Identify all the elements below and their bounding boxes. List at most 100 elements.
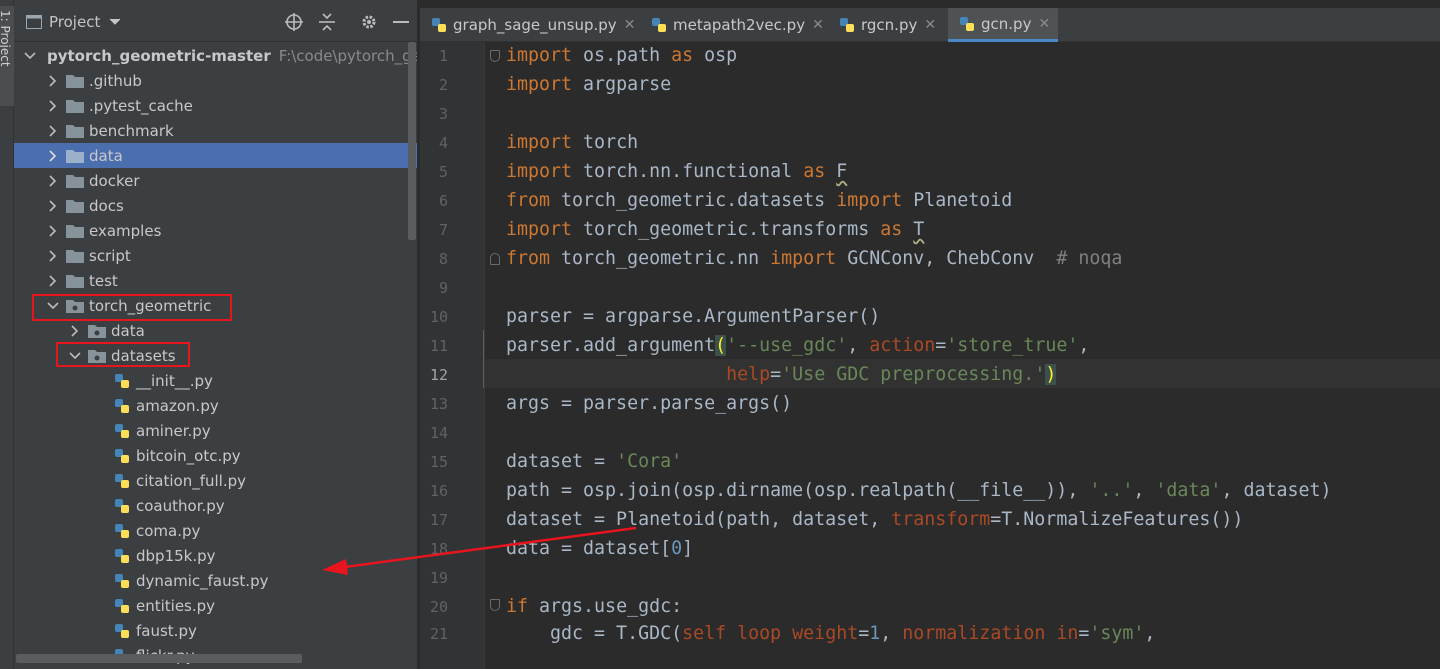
gear-icon[interactable] — [360, 13, 378, 35]
tree-item-folder-selected[interactable]: data — [14, 143, 417, 168]
code-line[interactable]: import torch.nn.functional as F — [506, 161, 847, 182]
code-line[interactable]: from torch_geometric.datasets import Pla… — [506, 190, 1012, 211]
tab-graph-sage-unsup[interactable]: graph_sage_unsup.py ✕ — [420, 8, 636, 42]
tree-root-project[interactable]: pytorch_geometric-master F:\code\pytorch… — [14, 43, 417, 68]
tree-item-python-file[interactable]: entities.py — [14, 593, 417, 618]
chevron-down-icon — [109, 18, 121, 25]
chevron-right-icon[interactable] — [46, 199, 60, 213]
vertical-scrollbar[interactable] — [408, 42, 416, 240]
tree-item-python-file[interactable]: amazon.py — [14, 393, 417, 418]
tree-item-package[interactable]: data — [14, 318, 417, 343]
line-number: 19 — [429, 569, 448, 587]
chevron-right-icon[interactable] — [46, 99, 60, 113]
chevron-right-icon[interactable] — [46, 274, 60, 288]
tree-item-folder[interactable]: .pytest_cache — [14, 93, 417, 118]
code-line[interactable]: path = osp.join(osp.dirname(osp.realpath… — [506, 480, 1332, 501]
code-line[interactable]: if args.use_gdc: — [506, 596, 682, 617]
tree-item-folder[interactable]: .github — [14, 68, 417, 93]
chevron-right-icon[interactable] — [46, 224, 60, 238]
chevron-right-icon[interactable] — [46, 149, 60, 163]
chevron-right-icon[interactable] — [46, 174, 60, 188]
hide-panel-icon[interactable] — [393, 13, 409, 35]
close-icon[interactable]: ✕ — [812, 17, 824, 33]
tree-item-python-file[interactable]: dynamic_faust.py — [14, 568, 417, 593]
close-icon[interactable]: ✕ — [1038, 16, 1050, 32]
tree-item-python-file[interactable]: __init__.py — [14, 368, 417, 393]
chevron-right-icon[interactable] — [46, 249, 60, 263]
line-number: 3 — [438, 105, 448, 123]
line-number: 16 — [429, 482, 448, 500]
project-view-selector[interactable]: Project — [26, 13, 121, 31]
project-panel: Project pytorch_geometric-master F:\code… — [14, 0, 418, 669]
tree-item-folder[interactable]: script — [14, 243, 417, 268]
code-line[interactable]: import torch_geometric.transforms as T — [506, 219, 924, 240]
tree-item-label: bitcoin_otc.py — [136, 446, 241, 465]
tree-item-folder[interactable]: docs — [14, 193, 417, 218]
line-number: 7 — [438, 221, 448, 239]
line-number: 18 — [429, 540, 448, 558]
tree-item-label: script — [89, 246, 131, 265]
code-line[interactable]: data = dataset[0] — [506, 538, 693, 559]
fold-marker-icon[interactable] — [490, 50, 500, 62]
project-tool-label: 1: Project — [0, 10, 12, 67]
tab-gcn-active[interactable]: gcn.py ✕ — [948, 8, 1058, 42]
code-line[interactable]: import argparse — [506, 74, 671, 95]
horizontal-scrollbar[interactable] — [16, 654, 302, 663]
code-line[interactable]: dataset = 'Cora' — [506, 451, 682, 472]
tree-item-python-file[interactable]: dbp15k.py — [14, 543, 417, 568]
tree-item-label: examples — [89, 221, 162, 240]
chevron-down-icon[interactable] — [24, 49, 36, 63]
code-line[interactable]: parser = argparse.ArgumentParser() — [506, 306, 880, 327]
python-file-icon — [115, 398, 129, 413]
code-line[interactable]: import os.path as osp — [506, 45, 737, 66]
tree-item-python-file[interactable]: coauthor.py — [14, 493, 417, 518]
fold-marker-icon[interactable] — [490, 599, 500, 611]
code-line-current[interactable]: help='Use GDC preprocessing.') — [506, 364, 1057, 385]
line-number-current: 12 — [429, 366, 448, 384]
tree-item-label: .github — [89, 71, 142, 90]
tab-label: rgcn.py — [861, 16, 918, 34]
code-line[interactable]: gdc = T.GDC(self_loop_weight=1, normaliz… — [506, 623, 1155, 643]
tree-item-label: aminer.py — [136, 421, 211, 440]
tree-item-folder[interactable]: benchmark — [14, 118, 417, 143]
tab-rgcn[interactable]: rgcn.py ✕ — [828, 8, 946, 42]
code-line[interactable]: dataset = Planetoid(path, dataset, trans… — [506, 509, 1243, 530]
tree-item-label: data — [89, 146, 123, 165]
tree-item-label: entities.py — [136, 596, 216, 615]
chevron-right-icon[interactable] — [46, 124, 60, 138]
close-icon[interactable]: ✕ — [624, 17, 636, 33]
tree-item-label: .pytest_cache — [89, 96, 193, 115]
tab-metapath2vec[interactable]: metapath2vec.py ✕ — [640, 8, 824, 42]
chevron-right-icon[interactable] — [68, 324, 82, 338]
python-file-icon — [652, 18, 666, 32]
tree-item-python-file[interactable]: aminer.py — [14, 418, 417, 443]
tree-item-label: dynamic_faust.py — [136, 571, 269, 590]
collapse-all-icon[interactable] — [319, 13, 335, 35]
chevron-right-icon[interactable] — [46, 74, 60, 88]
folder-icon — [66, 274, 84, 288]
fold-marker-icon[interactable] — [490, 253, 500, 265]
code-line[interactable]: from torch_geometric.nn import GCNConv, … — [506, 248, 1122, 269]
change-marker — [483, 330, 484, 388]
tree-item-folder[interactable]: docker — [14, 168, 417, 193]
project-tool-button[interactable]: 1: Project — [0, 6, 14, 106]
tree-item-python-file[interactable]: bitcoin_otc.py — [14, 443, 417, 468]
code-line[interactable]: args = parser.parse_args() — [506, 393, 792, 414]
tree-item-label: docs — [89, 196, 124, 215]
python-file-icon — [115, 423, 129, 438]
tree-item-folder[interactable]: test — [14, 268, 417, 293]
close-icon[interactable]: ✕ — [924, 17, 936, 33]
tree-item-python-file[interactable]: coma.py — [14, 518, 417, 543]
folder-icon — [66, 224, 84, 238]
line-number: 10 — [429, 308, 448, 326]
code-line[interactable]: import torch — [506, 132, 638, 153]
code-line[interactable]: parser.add_argument('--use_gdc', action=… — [506, 335, 1089, 356]
tree-item-python-file[interactable]: citation_full.py — [14, 468, 417, 493]
python-file-icon — [115, 548, 129, 563]
line-number: 4 — [438, 134, 448, 152]
python-file-icon — [115, 473, 129, 488]
tree-item-folder[interactable]: examples — [14, 218, 417, 243]
locate-icon[interactable] — [285, 13, 303, 35]
tree-item-label: coauthor.py — [136, 496, 225, 515]
tree-item-python-file[interactable]: faust.py — [14, 618, 417, 643]
